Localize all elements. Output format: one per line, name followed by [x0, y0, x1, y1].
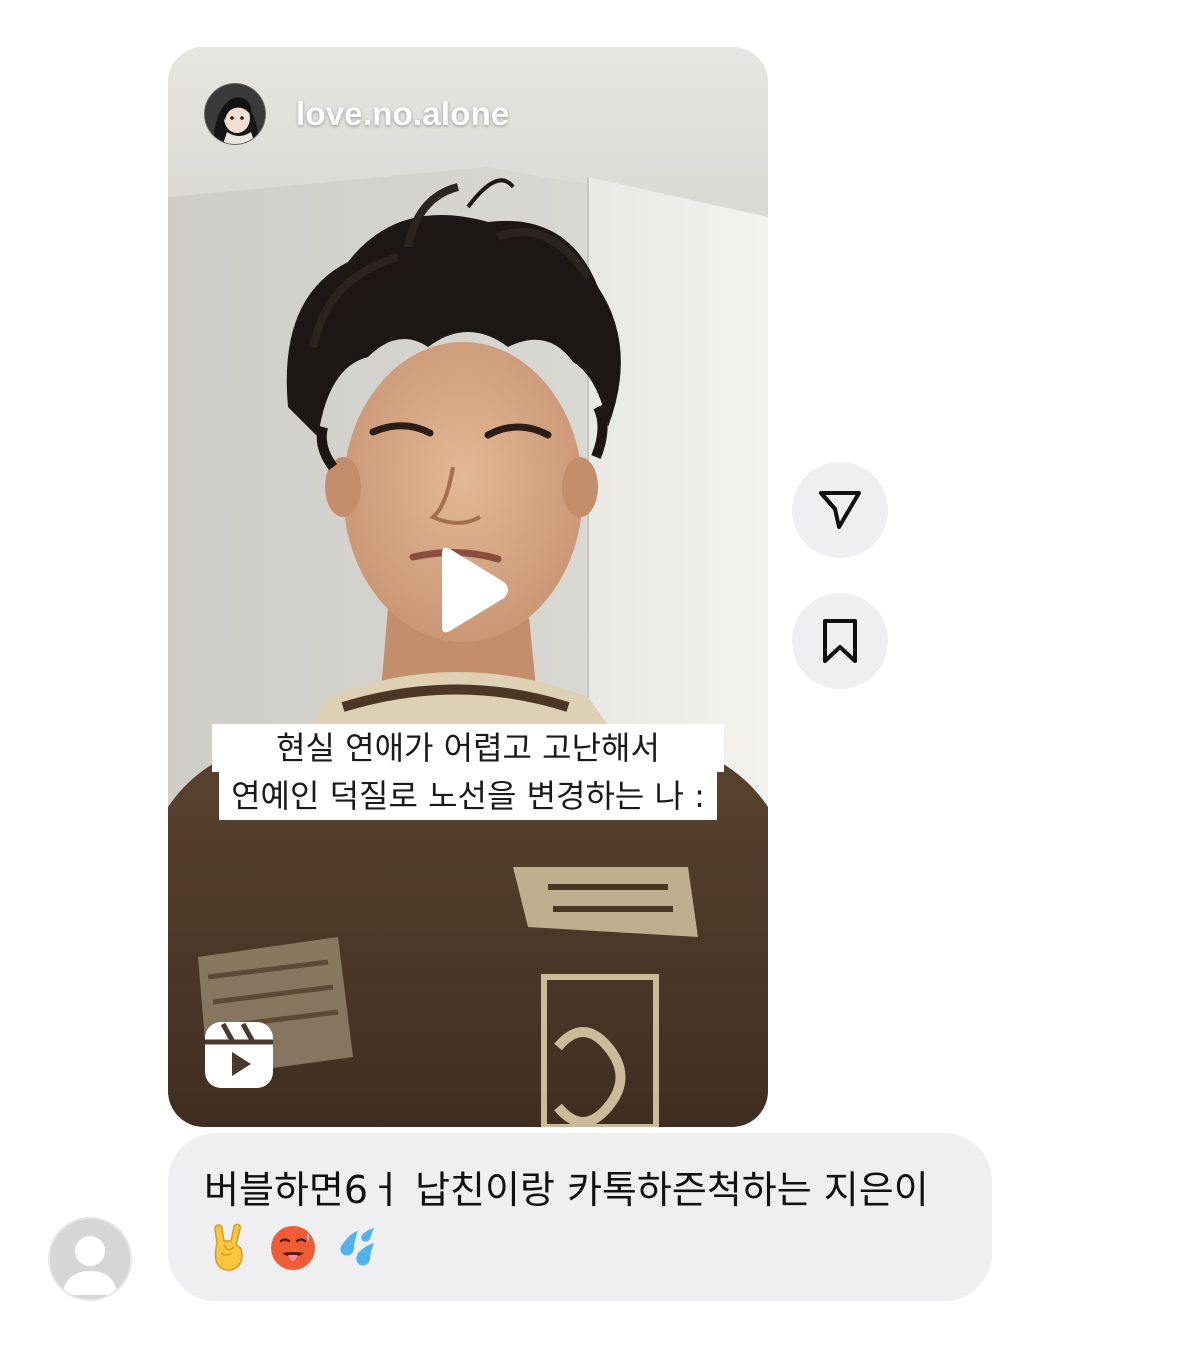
- message-text: 버블하면6ㅓ 납친이랑 카톡하즌척하는 지은이: [204, 1168, 929, 1212]
- reel-caption: 현실 연애가 어렵고 고난해서 연예인 덕질로 노선을 변경하는 나 :: [180, 724, 756, 820]
- message-bubble[interactable]: 버블하면6ㅓ 납친이랑 카톡하즌척하는 지은이: [168, 1133, 992, 1301]
- hot-face-emoji-icon: [271, 1226, 315, 1270]
- sender-avatar[interactable]: [48, 1217, 132, 1301]
- horns-hand-emoji-icon: [214, 1223, 243, 1271]
- reel-author-avatar[interactable]: [204, 83, 266, 145]
- play-icon[interactable]: [430, 545, 510, 635]
- emoji-row: [204, 1223, 958, 1273]
- reel-username[interactable]: love.no.alone: [296, 95, 509, 133]
- caption-line-2: 연예인 덕질로 노선을 변경하는 나 :: [219, 772, 717, 820]
- sweat-droplets-emoji-icon: [340, 1228, 374, 1266]
- default-avatar-icon: [50, 1219, 130, 1299]
- caption-line-1: 현실 연애가 어렵고 고난해서: [212, 724, 724, 772]
- avatar-image: [205, 84, 265, 144]
- send-icon: [819, 491, 861, 529]
- share-button[interactable]: [792, 462, 888, 558]
- reel-header[interactable]: love.no.alone: [204, 83, 509, 145]
- save-button[interactable]: [792, 593, 888, 689]
- shared-reel-card[interactable]: love.no.alone 현실 연애가 어렵고 고난해서 연예인 덕질로 노선…: [168, 47, 768, 1127]
- bookmark-icon: [823, 619, 857, 663]
- reels-icon: [205, 1022, 273, 1088]
